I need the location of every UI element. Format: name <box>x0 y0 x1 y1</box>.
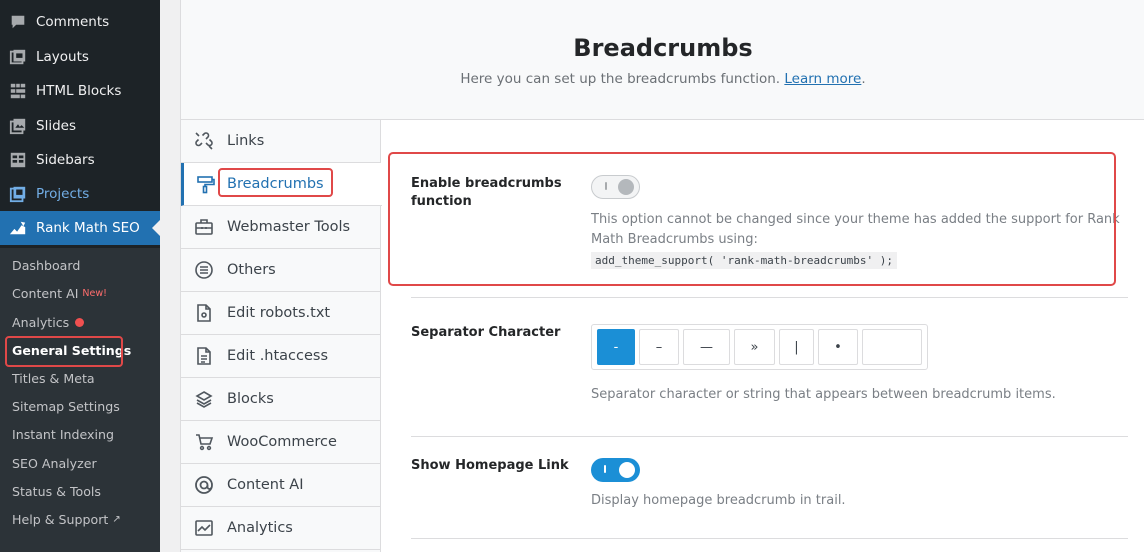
learn-more-link[interactable]: Learn more <box>784 71 861 87</box>
submenu-sitemap-settings[interactable]: Sitemap Settings <box>12 395 120 417</box>
toolbox-icon <box>181 217 227 237</box>
submenu-label: Help & Support <box>12 511 109 527</box>
tab-label: Edit .htaccess <box>227 348 329 364</box>
tab-edit-robots[interactable]: Edit robots.txt <box>181 292 381 335</box>
notification-dot <box>75 317 85 327</box>
tab-label: Edit robots.txt <box>227 305 331 321</box>
links-icon <box>181 131 227 151</box>
separator-option-em-dash[interactable]: — <box>683 329 730 365</box>
submenu-label: Sitemap Settings <box>12 398 120 414</box>
submenu-titles-meta[interactable]: Titles & Meta <box>12 367 95 389</box>
admin-sidebar: Comments Layouts HTML Blocks Slides Side… <box>0 0 160 552</box>
setting-label: Show Homepage Link <box>411 458 569 473</box>
projects-icon <box>0 185 36 203</box>
tab-label: Links <box>227 133 265 149</box>
tab-label: Webmaster Tools <box>227 219 351 235</box>
html-blocks-icon <box>0 82 36 100</box>
external-link-icon: ↗ <box>112 513 121 525</box>
tab-label: Others <box>227 262 276 278</box>
separator-option-bullet[interactable]: • <box>818 329 858 365</box>
tab-label: Blocks <box>227 391 274 407</box>
tab-content-ai[interactable]: Content AI <box>181 464 381 507</box>
highlight-breadcrumbs-tab <box>218 168 333 197</box>
menu-label: Sidebars <box>36 152 95 168</box>
submenu-status-tools[interactable]: Status & Tools <box>12 480 101 502</box>
subtitle-period: . <box>861 71 866 87</box>
setting-label: Separator Character <box>411 325 561 340</box>
comment-icon <box>0 13 36 31</box>
submenu-label: Instant Indexing <box>12 426 114 442</box>
submenu-instant-indexing[interactable]: Instant Indexing <box>12 423 114 445</box>
settings-header: Breadcrumbs Here you can set up the brea… <box>181 0 1144 120</box>
separator-custom-input[interactable] <box>862 329 922 365</box>
toggle-bar <box>604 465 606 473</box>
menu-label: HTML Blocks <box>36 83 122 99</box>
tab-links[interactable]: Links <box>181 120 381 163</box>
menu-label: Projects <box>36 186 90 202</box>
menu-html-blocks[interactable]: HTML Blocks <box>0 74 160 108</box>
page-title: Breadcrumbs <box>573 34 753 62</box>
separator-options: - – — » | • <box>591 324 928 370</box>
tab-label: Analytics <box>227 520 293 536</box>
menu-label: Layouts <box>36 49 89 65</box>
menu-comments[interactable]: Comments <box>0 5 160 39</box>
separator-option-en-dash[interactable]: – <box>639 329 679 365</box>
tab-label: WooCommerce <box>227 434 337 450</box>
setting-separator: Separator Character - – — » | • Separato… <box>411 298 1128 437</box>
submenu-content-ai[interactable]: Content AI New! <box>12 282 107 304</box>
page-subtitle: Here you can set up the breadcrumbs func… <box>181 71 1144 87</box>
slides-icon <box>0 117 36 135</box>
file-text-icon <box>181 346 227 366</box>
submenu-label: Content AI <box>12 285 79 301</box>
submenu-dashboard[interactable]: Dashboard <box>12 254 80 276</box>
submenu-seo-analyzer[interactable]: SEO Analyzer <box>12 452 97 474</box>
submenu-label: Titles & Meta <box>12 370 95 386</box>
blocks-icon <box>181 389 227 409</box>
menu-rank-math-seo[interactable]: Rank Math SEO <box>0 211 160 245</box>
separator-option-hyphen[interactable]: - <box>597 329 635 365</box>
separator-option-raquo[interactable]: » <box>734 329 775 365</box>
submenu-help-support[interactable]: Help & Support ↗ <box>12 508 121 530</box>
tab-webmaster-tools[interactable]: Webmaster Tools <box>181 206 381 249</box>
setting-homepage-link: Show Homepage Link Display homepage brea… <box>411 437 1128 539</box>
tab-woocommerce[interactable]: WooCommerce <box>181 421 381 464</box>
new-badge: New! <box>82 287 107 299</box>
setting-description: Separator character or string that appea… <box>591 387 1056 402</box>
subtitle-text: Here you can set up the breadcrumbs func… <box>460 71 781 87</box>
separator-option-pipe[interactable]: | <box>779 329 814 365</box>
submenu-label: Analytics <box>12 314 70 330</box>
at-icon <box>181 475 227 495</box>
rank-math-icon <box>0 219 36 237</box>
sidebars-icon <box>0 151 36 169</box>
setting-description: Display homepage breadcrumb in trail. <box>591 493 846 508</box>
submenu-analytics[interactable]: Analytics <box>12 311 85 333</box>
file-icon <box>181 303 227 323</box>
settings-panel: Breadcrumbs Here you can set up the brea… <box>180 0 1144 552</box>
tab-analytics[interactable]: Analytics <box>181 507 381 550</box>
submenu-label: Dashboard <box>12 257 81 273</box>
submenu-label: SEO Analyzer <box>12 455 97 471</box>
menu-label: Slides <box>36 118 76 134</box>
submenu-label: Status & Tools <box>12 483 101 499</box>
highlight-enable-setting <box>388 152 1116 286</box>
menu-layouts[interactable]: Layouts <box>0 40 160 74</box>
menu-label: Comments <box>36 14 110 30</box>
toggle-knob <box>619 462 635 478</box>
tab-edit-htaccess[interactable]: Edit .htaccess <box>181 335 381 378</box>
layouts-icon <box>0 48 36 66</box>
menu-projects[interactable]: Projects <box>0 177 160 211</box>
menu-sidebars[interactable]: Sidebars <box>0 143 160 177</box>
highlight-general-settings <box>5 336 123 367</box>
analytics-icon <box>181 518 227 538</box>
list-circle-icon <box>181 260 227 280</box>
cart-icon <box>181 432 227 452</box>
homepage-link-toggle[interactable] <box>591 458 640 482</box>
tab-others[interactable]: Others <box>181 249 381 292</box>
tab-label: Content AI <box>227 477 304 493</box>
menu-slides[interactable]: Slides <box>0 109 160 143</box>
tab-blocks[interactable]: Blocks <box>181 378 381 421</box>
menu-label: Rank Math SEO <box>36 220 140 236</box>
